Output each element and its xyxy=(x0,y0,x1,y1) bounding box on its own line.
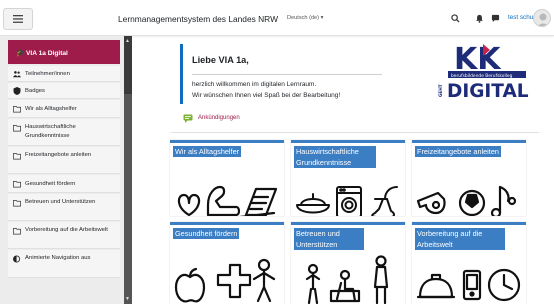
folder-icon xyxy=(13,180,21,188)
tile-arbeitswelt[interactable]: Vorbereitung auf die Arbeitswelt xyxy=(412,222,526,304)
welcome-divider xyxy=(192,74,382,75)
toggle-icon xyxy=(13,255,21,263)
sidebar-item-label: Teilnehmer/innen xyxy=(25,71,70,77)
tile-label: Vorbereitung auf die Arbeitswelt xyxy=(415,228,505,250)
sidebar-item-participants[interactable]: Teilnehmer/innen xyxy=(8,66,120,82)
sidebar-item-label: Hauswirtschaftliche Grundkenntnisse xyxy=(25,124,76,139)
top-navbar: Lernmanagementsystem des Landes NRW Deut… xyxy=(0,0,554,36)
tile-freizeit[interactable]: Freizeitangebote anleiten xyxy=(412,140,526,216)
shield-icon xyxy=(13,87,21,95)
sidebar-item-hauswirtschaft[interactable]: Hauswirtschaftliche Grundkenntnisse xyxy=(8,119,120,146)
sidebar-item-label: Betreuen und Unterstützen xyxy=(25,199,96,205)
welcome-text-line: herzlich willkommen im digitalen Lernrau… xyxy=(192,81,317,88)
content-divider xyxy=(171,132,539,133)
folder-icon xyxy=(13,124,21,132)
search-icon[interactable] xyxy=(451,14,460,23)
megaphone-icon xyxy=(183,114,193,123)
welcome-title: Liebe VIA 1a, xyxy=(192,55,249,65)
site-title[interactable]: Lernmanagementsystem des Landes NRW xyxy=(118,14,278,24)
sidebar-header-label: VIA 1a Digital xyxy=(26,50,68,57)
sidebar-scroll-thumb[interactable] xyxy=(124,36,132,94)
kk-digital-logo: KK berufsbildende Berufskolleg GEHT DIGI… xyxy=(438,38,532,100)
announcements-link[interactable]: Ankündigungen xyxy=(183,112,240,124)
sidebar-item-alltagshelfer[interactable]: Wir als Alltagshelfer xyxy=(8,100,120,118)
tile-betreuen[interactable]: Betreuen und Unterstützen xyxy=(291,222,405,304)
tile-gesundheit[interactable]: Gesundheit fördern xyxy=(170,222,284,304)
folder-icon xyxy=(13,105,21,113)
folder-icon xyxy=(13,199,21,207)
sidebar-item-freizeit[interactable]: Freizeitangebote anleiten xyxy=(8,147,120,174)
welcome-block: Liebe VIA 1a, herzlich willkommen im dig… xyxy=(180,44,390,104)
sidebar-item-betreuen[interactable]: Betreuen und Unterstützen xyxy=(8,194,120,221)
chat-icon[interactable] xyxy=(491,14,500,23)
tile-label: Hauswirtschaftliche Grundkenntnisse xyxy=(294,146,376,168)
tile-hauswirtschaft[interactable]: Hauswirtschaftliche Grundkenntnisse xyxy=(291,140,405,216)
sidebar-item-label: Animierte Navigation aus xyxy=(25,255,91,261)
scroll-down-arrow-icon[interactable]: ▼ xyxy=(125,296,130,302)
bell-icon[interactable] xyxy=(475,14,484,23)
scroll-up-arrow-icon[interactable]: ▲ xyxy=(125,38,130,44)
sidebar-item-label: Wir als Alltagshelfer xyxy=(25,106,77,112)
logo-digital-text: DIGITAL xyxy=(447,81,529,100)
avatar[interactable] xyxy=(533,9,551,27)
users-icon xyxy=(13,71,21,78)
hamburger-icon[interactable] xyxy=(3,8,33,30)
sidebar-item-label: Gesundheit fördern xyxy=(25,181,76,187)
sidebar: 🎓VIA 1a Digital Teilnehmer/innen Badges … xyxy=(0,36,127,304)
folder-icon xyxy=(13,227,21,235)
tile-label: Freizeitangebote anleiten xyxy=(415,146,501,157)
welcome-text-line: Wir wünschen Ihnen viel Spaß bei der Bea… xyxy=(192,92,341,99)
tile-label: Wir als Alltagshelfer xyxy=(173,146,242,157)
tile-label: Betreuen und Unterstützen xyxy=(294,228,364,250)
tile-label: Gesundheit fördern xyxy=(173,228,240,239)
sidebar-item-label: Badges xyxy=(25,88,45,94)
sidebar-item-animation-toggle[interactable]: Animierte Navigation aus xyxy=(8,250,120,278)
folder-icon xyxy=(13,152,21,160)
sidebar-item-label: Freizeitangebote anleiten xyxy=(25,152,92,158)
logo-side-text: GEHT xyxy=(438,84,443,97)
sidebar-course-header[interactable]: 🎓VIA 1a Digital xyxy=(8,40,120,64)
language-selector[interactable]: Deutsch (de) ▾ xyxy=(287,15,323,21)
sidebar-item-badges[interactable]: Badges xyxy=(8,83,120,99)
sidebar-item-arbeitswelt[interactable]: Vorbereitung auf die Arbeitswelt xyxy=(8,222,120,249)
graduation-cap-icon: 🎓 xyxy=(16,50,25,57)
sidebar-item-label: Vorbereitung auf die Arbeitswelt xyxy=(25,227,108,233)
tile-alltagshelfer[interactable]: Wir als Alltagshelfer xyxy=(170,140,284,216)
announcements-label: Ankündigungen xyxy=(198,115,240,121)
logo-subtext: berufsbildende Berufskolleg xyxy=(451,73,513,79)
sidebar-item-gesundheit[interactable]: Gesundheit fördern xyxy=(8,175,120,193)
